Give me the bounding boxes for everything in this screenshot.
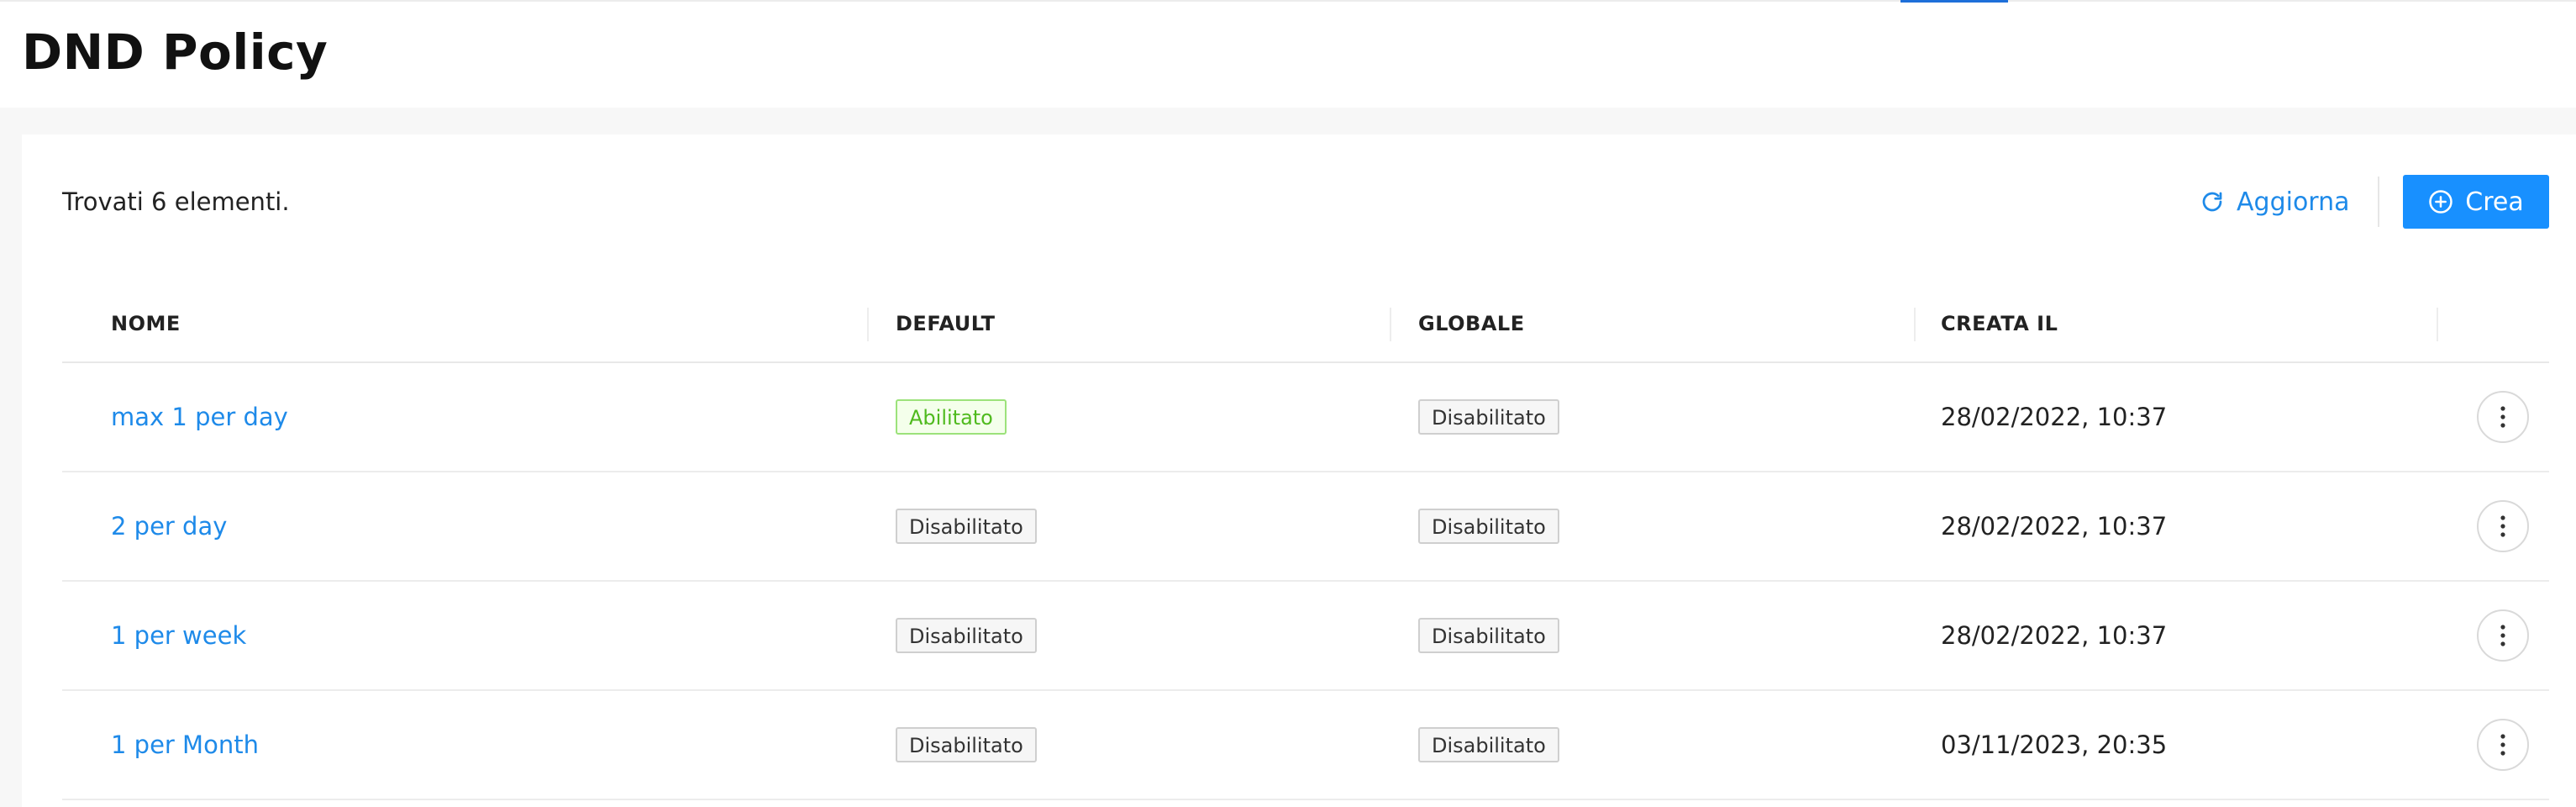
toolbar-divider (2378, 177, 2379, 227)
refresh-label: Aggiorna (2237, 187, 2350, 217)
policy-name-link[interactable]: 1 per week (111, 621, 246, 650)
column-header-default: DEFAULT (896, 312, 996, 335)
row-actions-button[interactable] (2477, 719, 2529, 771)
create-button[interactable]: Crea (2403, 175, 2549, 229)
more-vertical-icon (2500, 406, 2505, 428)
global-status-badge: Disabilitato (1418, 399, 1559, 435)
table-header: NOME DEFAULT GLOBALE CREATA IL (62, 286, 2549, 363)
create-label: Crea (2465, 187, 2524, 217)
policy-name-link[interactable]: max 1 per day (111, 403, 288, 431)
global-status-badge: Disabilitato (1418, 727, 1559, 762)
row-actions-button[interactable] (2477, 500, 2529, 552)
table-row: 2 per day Disabilitato Disabilitato 28/0… (62, 472, 2549, 582)
column-header-created: CREATA IL (1941, 312, 2058, 335)
column-separator (1914, 308, 1916, 341)
page-title: DND Policy (22, 24, 329, 81)
created-date: 03/11/2023, 20:35 (1941, 731, 2168, 759)
column-header-name: NOME (111, 312, 181, 335)
created-date: 28/02/2022, 10:37 (1941, 403, 2168, 431)
default-status-badge: Disabilitato (896, 727, 1037, 762)
refresh-button[interactable]: Aggiorna (2200, 182, 2350, 222)
more-vertical-icon (2500, 515, 2505, 537)
row-actions-button[interactable] (2477, 609, 2529, 662)
results-count: Trovati 6 elementi. (62, 187, 290, 216)
column-separator (2437, 308, 2438, 341)
default-status-badge: Abilitato (896, 399, 1007, 435)
created-date: 28/02/2022, 10:37 (1941, 621, 2168, 650)
page-header: DND Policy (0, 0, 2576, 108)
created-date: 28/02/2022, 10:37 (1941, 512, 2168, 541)
column-separator (1390, 308, 1391, 341)
table-row: 1 per week Disabilitato Disabilitato 28/… (62, 582, 2549, 691)
global-status-badge: Disabilitato (1418, 618, 1559, 653)
more-vertical-icon (2500, 734, 2505, 756)
policy-name-link[interactable]: 2 per day (111, 512, 227, 541)
row-actions-button[interactable] (2477, 391, 2529, 443)
more-vertical-icon (2500, 625, 2505, 646)
table-row: 1 per Month Disabilitato Disabilitato 03… (62, 691, 2549, 800)
global-status-badge: Disabilitato (1418, 509, 1559, 544)
refresh-icon (2200, 189, 2225, 214)
default-status-badge: Disabilitato (896, 509, 1037, 544)
policy-table: NOME DEFAULT GLOBALE CREATA IL max 1 per… (62, 286, 2549, 800)
table-row: max 1 per day Abilitato Disabilitato 28/… (62, 363, 2549, 472)
column-header-global: GLOBALE (1418, 312, 1525, 335)
policy-name-link[interactable]: 1 per Month (111, 731, 259, 759)
plus-circle-icon (2428, 189, 2453, 214)
active-tab-indicator (1900, 0, 2008, 3)
column-separator (867, 308, 869, 341)
policy-list-card: Trovati 6 elementi. Aggiorna Crea NOME D… (22, 134, 2576, 807)
default-status-badge: Disabilitato (896, 618, 1037, 653)
top-divider (0, 0, 2576, 2)
